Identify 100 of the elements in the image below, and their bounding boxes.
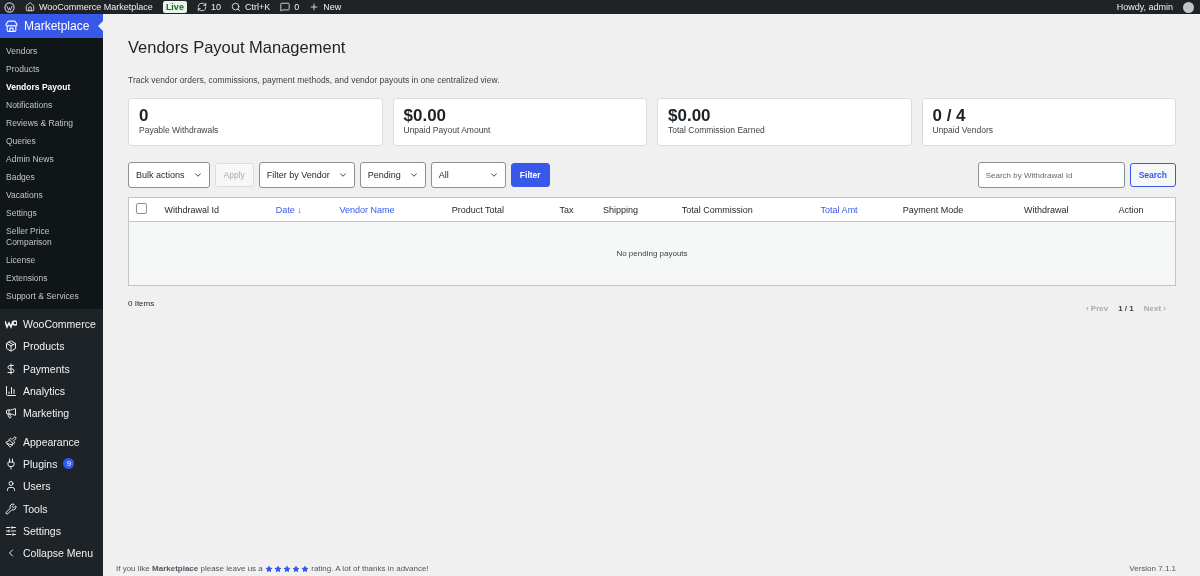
menu-label: Marketing xyxy=(23,407,70,420)
footer-text: If you like Marketplace please leave us a rating. A lot of thanks in advance! xyxy=(116,564,429,573)
page-description: Track vendor orders, commissions, payment methods, and vendor payouts in one centralized view. xyxy=(128,75,501,85)
wrench-icon xyxy=(5,502,17,515)
menu-label: Analytics xyxy=(23,385,65,398)
menu-item[interactable]: Collapse Menu xyxy=(0,541,103,565)
column-header: Withdrawal xyxy=(1018,197,1113,222)
submenu-item[interactable]: Vendors xyxy=(0,42,103,60)
stat-label: Payable Withdrawals xyxy=(139,125,220,135)
submenu-item[interactable]: License xyxy=(0,251,103,269)
column-header[interactable]: Date ↓ xyxy=(269,197,334,222)
submenu-item[interactable]: Admin News xyxy=(0,150,103,168)
chevron-down-icon xyxy=(408,170,419,180)
menu-label: Collapse Menu xyxy=(23,547,94,560)
menu-item[interactable]: Marketing xyxy=(0,402,103,425)
menu-label: Products xyxy=(23,340,65,353)
submenu-item[interactable]: Extensions xyxy=(0,269,103,287)
menu-label: Users xyxy=(23,480,51,493)
stat-label: Total Commission Earned xyxy=(668,125,766,135)
column-header: Action xyxy=(1112,197,1176,222)
star-rating-link[interactable] xyxy=(265,564,309,573)
column-header: Payment Mode xyxy=(896,197,1019,222)
menu-label: Appearance xyxy=(23,435,80,448)
vendor-filter-select[interactable]: Filter by Vendor xyxy=(258,162,355,188)
column-header[interactable]: Vendor Name xyxy=(333,197,446,222)
submenu-item[interactable]: Seller Price Comparison xyxy=(0,222,103,251)
comments-count[interactable]: 0 xyxy=(294,1,300,13)
submenu-item[interactable]: Vacations xyxy=(0,186,103,204)
page-indicator: 1 / 1 xyxy=(1118,304,1134,313)
count-badge: 9 xyxy=(63,458,75,470)
checkbox[interactable] xyxy=(136,203,147,214)
submenu-item[interactable]: Reviews & Rating xyxy=(0,114,103,132)
brush-icon xyxy=(5,435,17,448)
menu-item[interactable]: Marketplace xyxy=(0,14,103,38)
chevron-down-icon xyxy=(192,170,203,180)
item-count: 0 Items xyxy=(128,299,155,308)
sliders-icon xyxy=(5,524,17,537)
box-icon xyxy=(5,340,17,353)
column-header[interactable]: Total Amt xyxy=(814,197,897,222)
search-icon[interactable] xyxy=(230,2,241,12)
live-badge: Live xyxy=(162,1,187,13)
status-filter-select[interactable]: Pending xyxy=(359,162,426,188)
woo-logo-icon xyxy=(5,318,17,331)
column-header: Product Total xyxy=(445,197,554,222)
stat-label: Unpaid Payout Amount xyxy=(403,125,492,135)
column-header: Tax xyxy=(553,197,597,222)
search-button[interactable]: Search xyxy=(1129,163,1176,187)
menu-item[interactable]: Appearance xyxy=(0,430,103,453)
bulk-actions-select[interactable]: Bulk actions xyxy=(128,162,210,188)
submenu-item[interactable]: Products xyxy=(0,60,103,78)
wordpress-logo-icon[interactable] xyxy=(4,1,15,13)
stat-label: Unpaid Vendors xyxy=(932,125,994,135)
menu-label: Tools xyxy=(23,502,48,515)
updates-count[interactable]: 10 xyxy=(210,1,221,13)
submenu-item[interactable]: Queries xyxy=(0,132,103,150)
refresh-icon[interactable] xyxy=(196,2,207,12)
submenu-item[interactable]: Badges xyxy=(0,168,103,186)
submenu-item[interactable]: Settings xyxy=(0,204,103,222)
comment-icon[interactable] xyxy=(280,2,291,12)
menu-item[interactable]: Users xyxy=(0,475,103,498)
chevron-down-icon xyxy=(337,170,348,180)
menu-item[interactable]: Analytics xyxy=(0,379,103,403)
menu-item[interactable]: WooCommerce xyxy=(0,313,103,336)
menu-label: Settings xyxy=(23,524,61,537)
chevron-down-icon xyxy=(488,170,499,180)
menu-item[interactable]: Settings xyxy=(0,519,103,542)
submenu-item[interactable]: Vendors Payout xyxy=(0,78,103,96)
search-field[interactable]: Search by Withdrawal Id xyxy=(977,162,1125,188)
menu-item[interactable]: Payments xyxy=(0,357,103,380)
dollar-icon xyxy=(5,362,17,375)
menu-label: WooCommerce xyxy=(23,318,96,331)
home-icon[interactable] xyxy=(25,2,35,12)
megaphone-icon xyxy=(5,407,17,420)
stat-value: 0 xyxy=(139,107,150,125)
menu-item[interactable]: Plugins 9 xyxy=(0,452,103,476)
stat-value: $0.00 xyxy=(668,107,712,125)
column-header: Total Commission xyxy=(675,197,815,222)
user-icon xyxy=(5,480,17,493)
plus-icon[interactable] xyxy=(309,2,320,12)
column-header: Withdrawal Id xyxy=(158,197,270,222)
menu-item[interactable]: Products xyxy=(0,335,103,358)
submenu-item[interactable]: Support & Services xyxy=(0,287,103,305)
filter-button[interactable]: Filter xyxy=(510,163,550,187)
avatar-icon[interactable] xyxy=(1183,1,1194,13)
menu-label: Plugins xyxy=(23,457,58,470)
stat-value: $0.00 xyxy=(403,107,448,125)
search-shortcut[interactable]: Ctrl+K xyxy=(244,1,271,13)
menu-item[interactable]: Tools xyxy=(0,497,103,520)
stat-value: 0 / 4 xyxy=(932,107,967,125)
page-title: Vendors Payout Management xyxy=(128,38,347,57)
period-filter-select[interactable]: All xyxy=(430,162,506,188)
plug-icon xyxy=(5,457,17,470)
version-text: Version 7.1.1 xyxy=(1129,564,1176,573)
menu-label: Payments xyxy=(23,362,70,375)
store-icon xyxy=(5,19,18,33)
greeting-link[interactable]: Howdy, admin xyxy=(1116,0,1173,14)
submenu-item[interactable]: Notifications xyxy=(0,96,103,114)
site-name-link[interactable]: WooCommerce Marketplace xyxy=(39,1,153,13)
empty-message: No pending payouts xyxy=(128,221,1176,286)
new-link[interactable]: New xyxy=(323,1,342,13)
